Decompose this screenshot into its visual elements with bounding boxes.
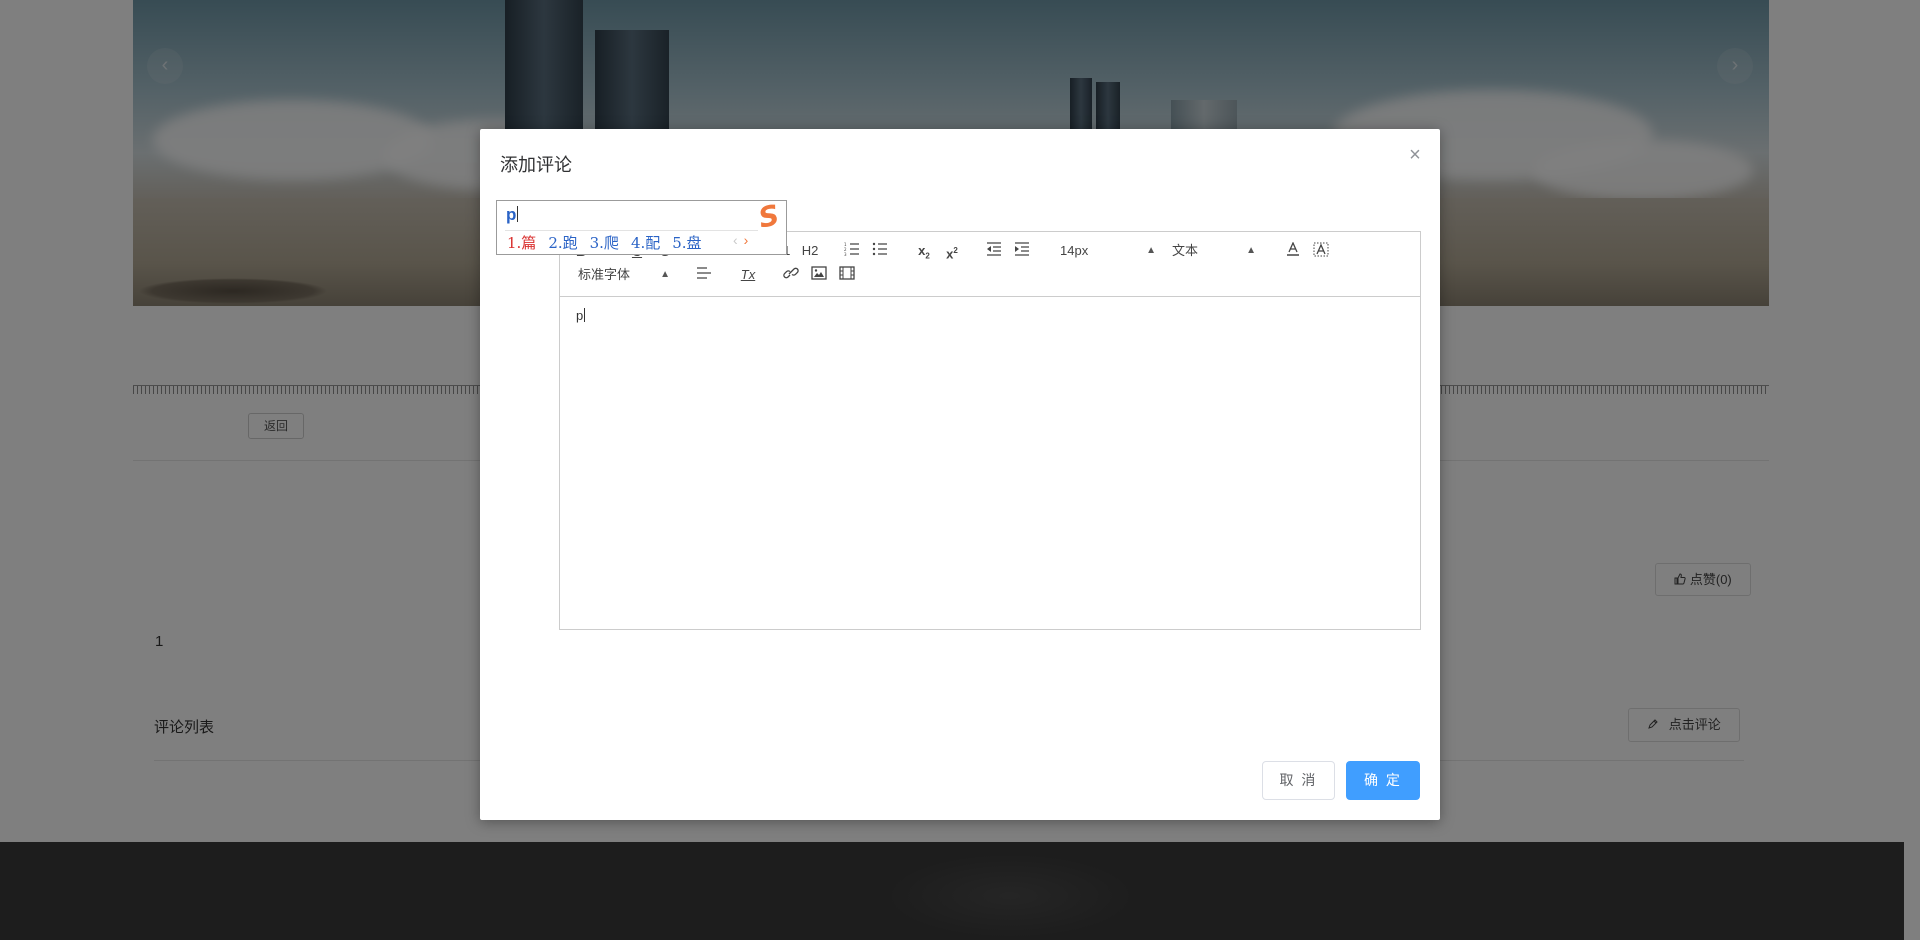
ime-prev-page-icon[interactable]: ‹ (733, 232, 738, 248)
heading-2-button[interactable]: H2 (799, 242, 821, 260)
text-color-icon[interactable] (1282, 242, 1304, 260)
superscript-mark: 2 (953, 246, 958, 255)
close-icon[interactable]: × (1405, 145, 1425, 165)
editor-content-area[interactable]: p (560, 297, 1420, 629)
dialog-title: 添加评论 (500, 155, 572, 175)
ime-divider (505, 230, 758, 231)
bullet-list-icon[interactable] (869, 242, 891, 260)
select-arrows-icon: ▲︎ (1146, 245, 1156, 256)
cancel-button[interactable]: 取 消 (1262, 761, 1335, 800)
font-size-select[interactable]: 14px ▲︎ (1060, 242, 1156, 260)
indent-icon[interactable] (1011, 242, 1033, 260)
subscript-mark: 2 (925, 251, 930, 261)
editor-typed-text: p (576, 308, 584, 323)
editor-content-text: p (576, 308, 586, 323)
outdent-icon[interactable] (983, 242, 1005, 260)
rich-text-editor: B I U S ❞ </> H1 H2 123 x2 x2 14px▲︎ (559, 231, 1421, 630)
subscript-button[interactable]: x2 (913, 242, 935, 261)
ime-next-page-icon[interactable]: › (744, 232, 749, 248)
ime-candidate[interactable]: 3.爬 (590, 234, 619, 252)
ordered-list-icon[interactable]: 123 (841, 242, 863, 260)
ime-candidate[interactable]: 1.篇 (507, 234, 536, 252)
svg-text:3: 3 (844, 252, 847, 256)
ime-composition-text: p (506, 205, 517, 224)
font-family-value: 标准字体 (578, 267, 631, 282)
background-color-icon[interactable] (1310, 242, 1332, 260)
heading-select-value: 文本 (1172, 243, 1199, 258)
ime-page-nav: ‹ › (733, 232, 748, 248)
select-arrows-icon: ▲︎ (660, 269, 670, 280)
clear-format-button[interactable]: Tx (737, 266, 759, 284)
align-left-icon[interactable] (693, 266, 715, 284)
ime-composition: p (506, 205, 519, 225)
ime-candidate-list: 1.篇 2.跑 3.爬 4.配 5.盘 (507, 232, 714, 253)
confirm-button[interactable]: 确 定 (1346, 761, 1420, 800)
ime-candidate[interactable]: 4.配 (631, 234, 660, 252)
video-icon[interactable] (836, 266, 858, 284)
font-family-select[interactable]: 标准字体 ▲︎ (578, 266, 670, 284)
sogou-logo-icon: S (755, 198, 783, 235)
link-icon[interactable] (780, 266, 802, 284)
select-arrows-icon: ▲︎ (1246, 245, 1256, 256)
image-icon[interactable] (808, 266, 830, 284)
heading-select[interactable]: 文本 ▲︎ (1172, 242, 1256, 260)
font-size-value: 14px (1060, 243, 1089, 258)
ime-caret (517, 206, 519, 222)
ime-candidate[interactable]: 2.跑 (548, 234, 577, 252)
ime-candidate-window: p S 1.篇 2.跑 3.爬 4.配 5.盘 ‹ › (496, 198, 787, 255)
text-caret (584, 308, 586, 322)
ime-candidate[interactable]: 5.盘 (672, 234, 701, 252)
superscript-button[interactable]: x2 (941, 242, 963, 261)
